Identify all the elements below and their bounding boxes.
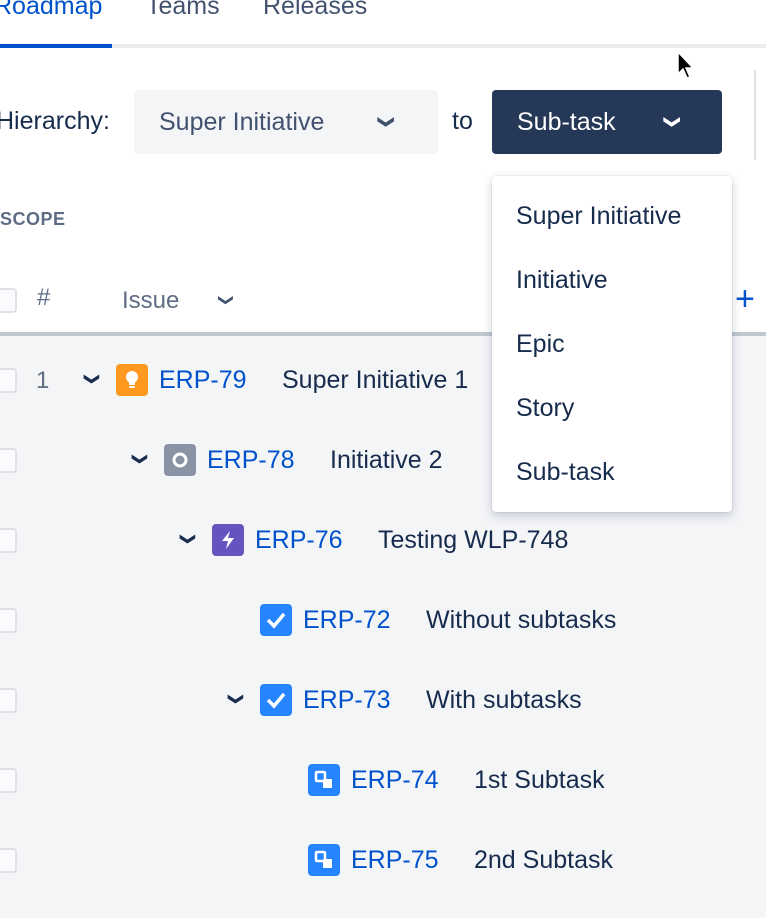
issue-summary: Without subtasks — [426, 606, 617, 634]
menu-item-super-initiative[interactable]: Super Initiative — [516, 202, 681, 231]
hierarchy-from-select[interactable]: Super Initiative ❯ — [134, 90, 438, 154]
table-row[interactable]: ❯ ERP-73 With subtasks — [0, 660, 766, 740]
issue-summary: 2nd Subtask — [474, 846, 613, 874]
tab-teams[interactable]: Teams — [146, 0, 220, 21]
issue-key-link[interactable]: ERP-76 — [255, 526, 343, 555]
chevron-down-icon[interactable]: ❯ — [217, 294, 235, 307]
menu-item-sub-task[interactable]: Sub-task — [516, 458, 615, 487]
subtask-icon — [308, 844, 340, 876]
issue-key-link[interactable]: ERP-72 — [303, 606, 391, 635]
active-tab-indicator — [0, 44, 112, 48]
issue-summary: Initiative 2 — [330, 446, 443, 474]
chevron-down-icon: ❯ — [663, 115, 681, 129]
select-all-checkbox[interactable] — [0, 288, 17, 313]
expand-chevron-icon[interactable]: ❯ — [83, 373, 101, 386]
row-checkbox[interactable] — [0, 848, 17, 873]
issue-summary: With subtasks — [426, 686, 582, 714]
table-row[interactable]: ERP-74 1st Subtask — [0, 740, 766, 820]
column-issue[interactable]: Issue — [122, 287, 179, 315]
menu-item-epic[interactable]: Epic — [516, 330, 565, 359]
issue-summary: 1st Subtask — [474, 766, 605, 794]
row-checkbox[interactable] — [0, 368, 17, 393]
mouse-cursor-icon — [677, 50, 695, 79]
issue-key-link[interactable]: ERP-74 — [351, 766, 439, 795]
column-number: # — [37, 284, 51, 311]
row-number: 1 — [36, 367, 50, 394]
hierarchy-to-select[interactable]: Sub-task ❯ — [492, 90, 722, 154]
tab-roadmap[interactable]: Roadmap — [0, 0, 102, 21]
issue-key-link[interactable]: ERP-78 — [207, 446, 295, 475]
menu-item-story[interactable]: Story — [516, 394, 574, 423]
menu-item-initiative[interactable]: Initiative — [516, 266, 608, 295]
story-icon — [260, 604, 292, 636]
table-row[interactable]: ❯ ERP-76 Testing WLP-748 — [0, 500, 766, 580]
story-icon — [260, 684, 292, 716]
chevron-down-icon: ❯ — [377, 115, 395, 129]
row-checkbox[interactable] — [0, 768, 17, 793]
super-initiative-icon — [116, 364, 148, 396]
hierarchy-to-value: Sub-task — [517, 107, 616, 136]
vertical-divider — [754, 70, 756, 160]
table-row[interactable]: ERP-72 Without subtasks — [0, 580, 766, 660]
tab-divider — [0, 44, 766, 48]
issue-key-link[interactable]: ERP-75 — [351, 846, 439, 875]
to-label: to — [452, 107, 473, 135]
add-column-button[interactable]: + — [735, 280, 755, 319]
hierarchy-label: Hierarchy: — [0, 107, 110, 135]
hierarchy-from-value: Super Initiative — [159, 107, 325, 136]
row-checkbox[interactable] — [0, 528, 17, 553]
expand-chevron-icon[interactable]: ❯ — [131, 453, 149, 466]
subtask-icon — [308, 764, 340, 796]
row-checkbox[interactable] — [0, 688, 17, 713]
hierarchy-dropdown-menu: Super Initiative Initiative Epic Story S… — [492, 176, 732, 512]
initiative-icon — [164, 444, 196, 476]
epic-icon — [212, 524, 244, 556]
table-row[interactable]: ERP-75 2nd Subtask — [0, 820, 766, 900]
row-checkbox[interactable] — [0, 448, 17, 473]
expand-chevron-icon[interactable]: ❯ — [227, 693, 245, 706]
row-checkbox[interactable] — [0, 608, 17, 633]
issue-key-link[interactable]: ERP-73 — [303, 686, 391, 715]
tab-releases[interactable]: Releases — [263, 0, 367, 21]
issue-summary: Super Initiative 1 — [282, 366, 469, 394]
issue-summary: Testing WLP-748 — [378, 526, 569, 554]
issue-key-link[interactable]: ERP-79 — [159, 366, 247, 395]
scope-heading: SCOPE — [0, 209, 66, 229]
expand-chevron-icon[interactable]: ❯ — [179, 533, 197, 546]
